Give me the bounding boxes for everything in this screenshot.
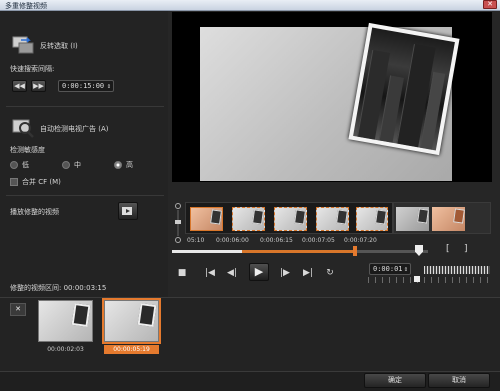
clip-duration: 00:00:05:19 [104,345,159,354]
auto-detect-label[interactable]: 自动检测电视广告 (A) [40,124,108,134]
timestamp: 05:10 [187,237,205,244]
fast-search-label: 快速搜索间隔: [10,65,55,73]
divider [6,195,164,196]
reverse-select-icon[interactable] [12,34,34,56]
merge-cf-checkbox[interactable]: 合并 CF (M) [10,177,61,187]
filmstrip-frame[interactable] [190,207,223,231]
radio-high[interactable] [114,161,122,169]
sensitivity-low-label: 低 [22,161,29,169]
jog-ruler[interactable] [368,277,492,283]
radio-mid[interactable] [62,161,70,169]
tv-detect-icon[interactable] [12,116,34,138]
merge-cf-label: 合并 CF (M) [22,178,61,186]
repeat-button[interactable]: ↻ [324,267,336,279]
play-button[interactable]: ▶ [249,263,269,281]
sensitivity-mid[interactable]: 中 [62,160,81,170]
interval-field[interactable]: 0:00:15:00 ⇕ [58,80,114,92]
sensitivity-label: 检测敏感度 [10,146,45,154]
timestamp: 0:00:06:00 [216,237,249,244]
play-trimmed-button[interactable] [118,202,138,220]
title-bar: 多重修整视频 ✕ [0,0,500,11]
jog-handle[interactable] [414,276,420,282]
interval-value: 0:00:15:00 [62,82,105,90]
go-to-start-button[interactable]: |◀ [204,267,216,279]
forward-button[interactable]: ▶▶ [31,80,46,92]
go-to-end-button[interactable]: ▶| [302,267,314,279]
sensitivity-high[interactable]: 高 [114,160,133,170]
zoom-slider[interactable] [174,203,182,243]
play-trimmed-icon [122,207,132,215]
filmstrip-frame[interactable] [232,207,265,231]
play-trimmed-label: 播放修整的视频 [10,208,59,216]
sensitivity-low[interactable]: 低 [10,160,29,170]
spinner-icon[interactable]: ⇕ [404,264,408,274]
close-button[interactable]: ✕ [483,0,497,9]
city-image [353,27,455,151]
radio-low[interactable] [10,161,18,169]
rewind-button[interactable]: ◀◀ [12,80,27,92]
volume-meter[interactable] [424,266,490,274]
sensitivity-mid-label: 中 [74,161,81,169]
reverse-select-label[interactable]: 反转选取 (I) [40,41,78,51]
window-title: 多重修整视频 [5,2,47,10]
cancel-button[interactable]: 取消 [428,373,490,388]
filmstrip-frame[interactable] [396,207,429,231]
spinner-icon[interactable]: ⇕ [107,81,111,91]
clip-thumbnail[interactable] [38,300,93,342]
timecode-value: 0:00:01 [373,265,403,273]
clip-thumbnail-selected[interactable] [102,298,161,344]
ok-button[interactable]: 确定 [364,373,426,388]
next-frame-button[interactable]: |▶ [279,267,291,279]
filmstrip-frame[interactable] [274,207,307,231]
filmstrip-frame[interactable] [316,207,349,231]
trimmed-duration-label: 修整的视频区间: 00:00:03:15 [10,284,107,292]
selection-marker[interactable] [353,246,357,256]
filmstrip-frame[interactable] [432,207,465,231]
filmstrip-remaining[interactable] [393,202,491,234]
merge-cf-box[interactable] [10,178,18,186]
remove-clip-button[interactable]: ✕ [10,303,26,316]
timestamp: 0:00:07:20 [344,237,377,244]
clip-duration: 00:00:02:03 [47,346,84,353]
filmstrip-frame[interactable] [356,207,388,231]
scrub-selection[interactable] [242,250,354,253]
mark-out-button[interactable]: ] [464,244,468,254]
filmstrip[interactable] [185,202,393,234]
timecode-field[interactable]: 0:00:01 ⇕ [369,263,411,275]
timestamp: 0:00:06:15 [260,237,293,244]
prev-frame-button[interactable]: ◀| [226,267,238,279]
sensitivity-high-label: 高 [126,161,133,169]
mark-in-button[interactable]: [ [446,244,450,254]
timestamp: 0:00:07:05 [302,237,335,244]
divider [6,106,164,107]
stop-button[interactable]: ■ [176,267,188,279]
